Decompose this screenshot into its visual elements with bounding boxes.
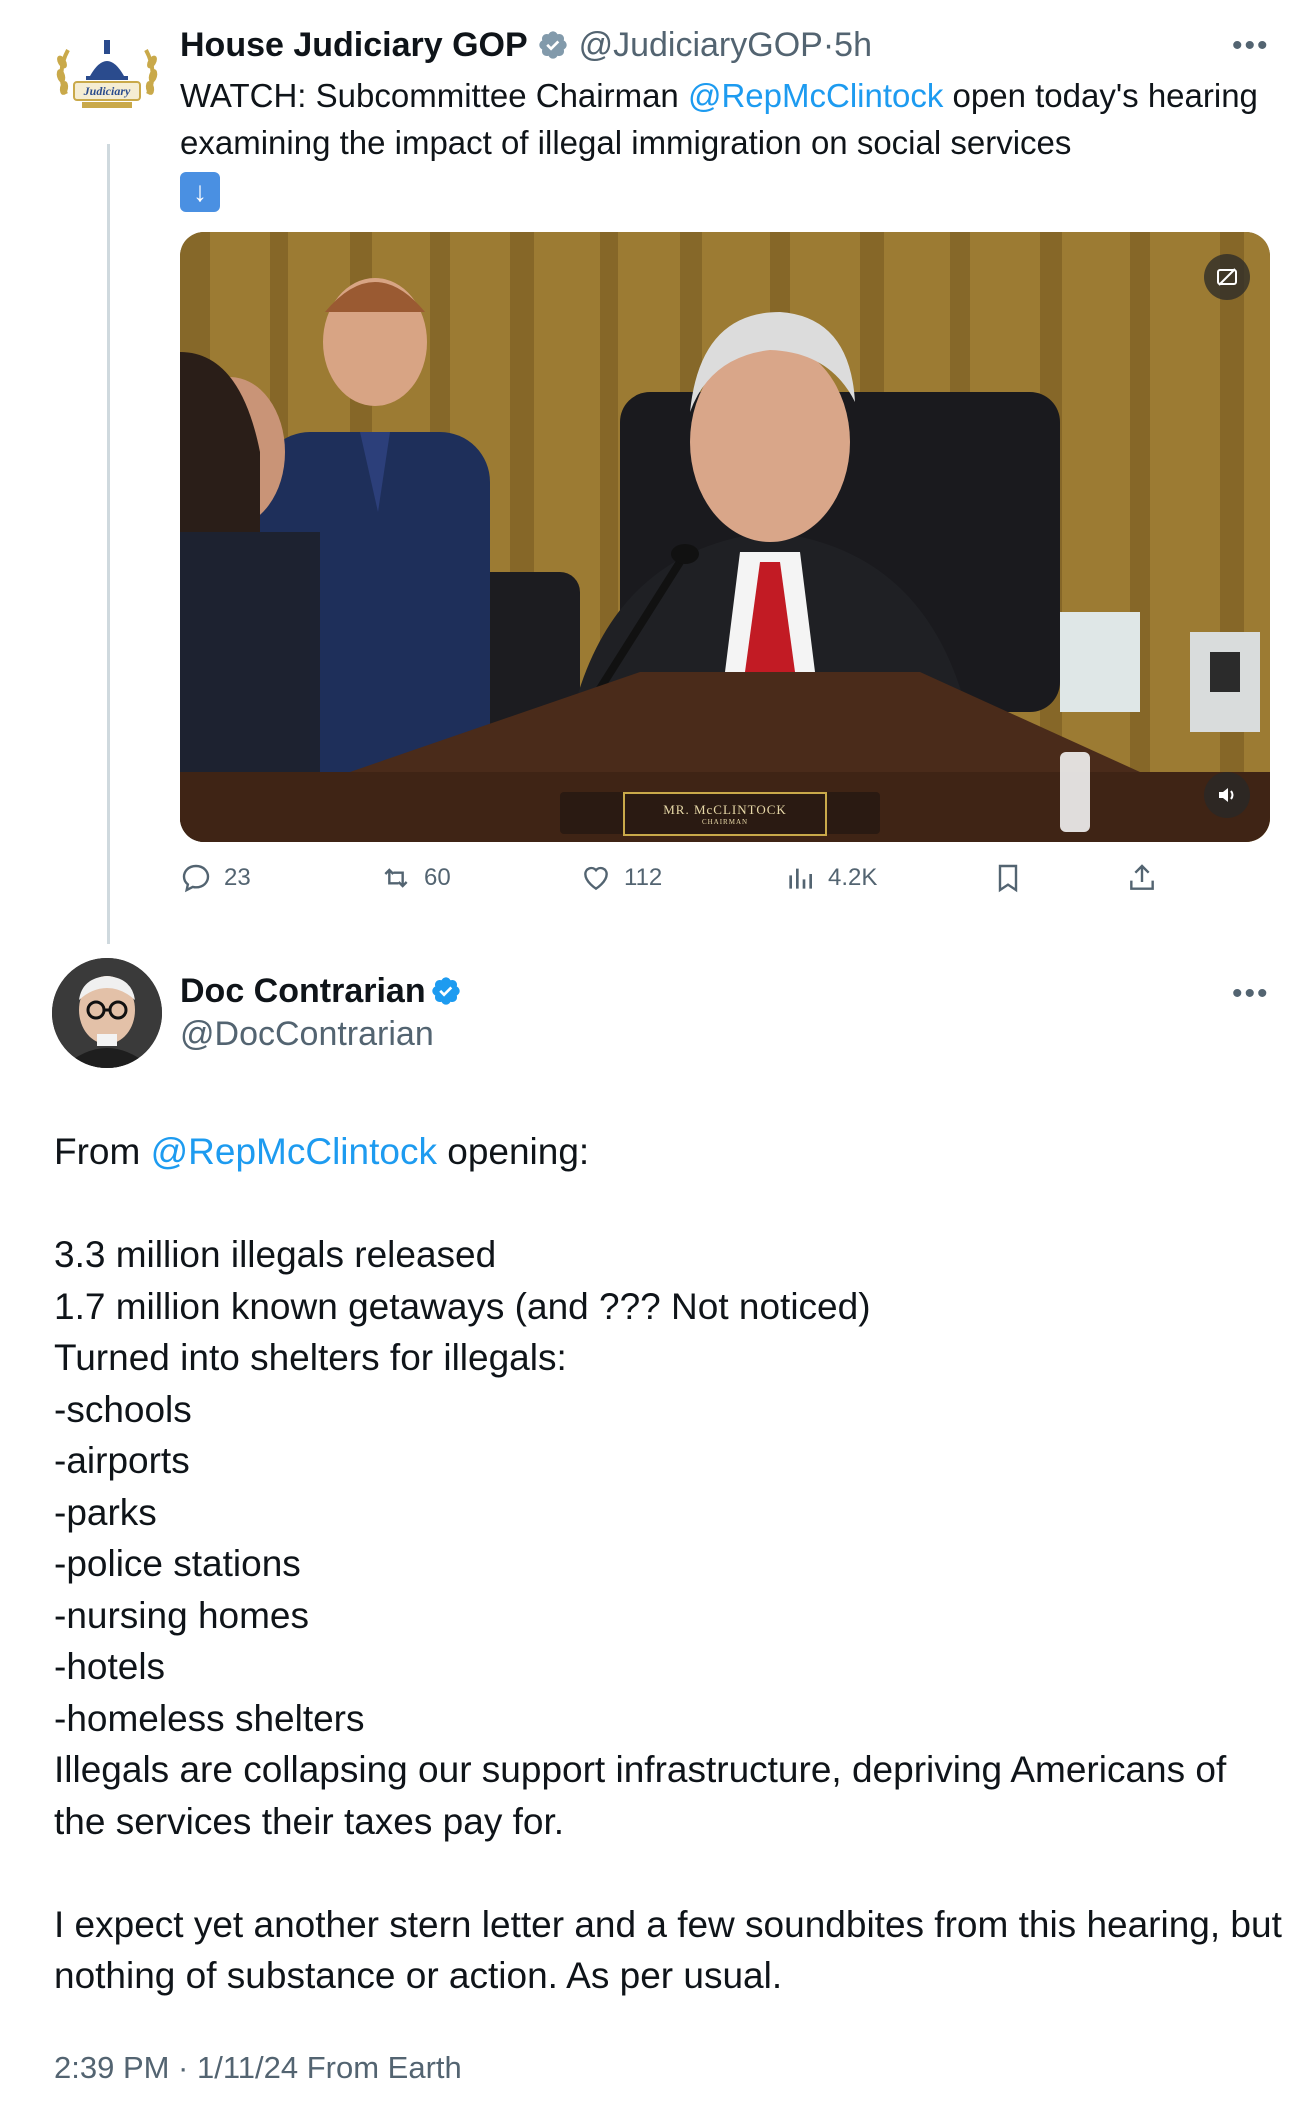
bookmark-icon — [998, 864, 1018, 893]
video-frame — [180, 232, 1270, 842]
more-options-icon[interactable]: ••• — [1232, 979, 1270, 1009]
display-name[interactable]: House Judiciary GOP — [180, 26, 528, 64]
tweet2-header: Doc Contrarian — [180, 972, 462, 1011]
like-button[interactable]: 112 — [580, 862, 662, 894]
share-button[interactable] — [1126, 862, 1158, 894]
thread-connector-line — [107, 144, 110, 944]
handle[interactable]: @JudiciaryGOP — [579, 26, 823, 64]
content-warning-icon[interactable] — [1204, 254, 1250, 300]
body-line: -homeless shelters — [54, 1697, 365, 1739]
tweet1-actions: 23 60 112 4.2K — [180, 862, 1180, 902]
body-line: -nursing homes — [54, 1594, 310, 1636]
body-line: -schools — [54, 1388, 192, 1430]
down-arrow-emoji: ↓ — [180, 172, 220, 212]
more-options-icon[interactable]: ••• — [1232, 31, 1270, 61]
nameplate-title: CHAIRMAN — [701, 818, 749, 826]
nameplate: MR. McCLINTOCK CHAIRMAN — [180, 792, 1270, 836]
logo-lettering: Judiciary — [83, 84, 131, 98]
reply-button[interactable]: 23 — [180, 862, 251, 894]
nameplate-name: MR. McCLINTOCK — [663, 802, 787, 817]
verified-blue-badge-icon — [432, 977, 460, 1005]
body-line — [54, 1847, 1284, 1899]
tweet2-footer-timestamp[interactable]: 2:39 PM · 1/11/24 From Earth — [54, 2050, 462, 2086]
share-icon — [1130, 864, 1154, 890]
heart-icon — [584, 866, 608, 891]
tweet1-header: House Judiciary GOP @JudiciaryGOP·5h — [180, 26, 872, 65]
body-first-line-suffix: opening: — [436, 1131, 590, 1172]
tweet-text-prefix: WATCH: Subcommittee Chairman — [180, 77, 688, 114]
handle[interactable]: @DocContrarian — [180, 1015, 434, 1054]
body-line: Turned into shelters for illegals: — [54, 1337, 567, 1378]
judiciary-logo-icon: Judiciary — [56, 40, 158, 108]
analytics-icon — [789, 868, 812, 889]
body-line: 3.3 million illegals released — [54, 1234, 497, 1275]
timestamp[interactable]: 5h — [834, 26, 872, 64]
tweet2-body: From @RepMcClintock opening: 3.3 million… — [54, 1126, 1284, 2002]
body-line: -hotels — [54, 1646, 166, 1687]
display-name[interactable]: Doc Contrarian — [180, 972, 426, 1010]
body-line — [54, 1178, 1284, 1230]
judiciary-gop-avatar[interactable]: Judiciary — [52, 32, 162, 120]
body-line: -police stations — [54, 1543, 301, 1584]
like-count: 112 — [624, 864, 663, 891]
mention-link[interactable]: @RepMcClintock — [151, 1131, 437, 1172]
body-line: I expect yet another stern letter and a … — [54, 1903, 1293, 1997]
doc-contrarian-avatar[interactable] — [52, 958, 162, 1068]
verified-gray-badge-icon — [539, 31, 567, 59]
bookmark-button[interactable] — [992, 862, 1024, 894]
reply-count: 23 — [224, 864, 251, 891]
view-count: 4.2K — [828, 864, 878, 891]
body-line: -airports — [54, 1440, 190, 1481]
repost-icon — [384, 868, 408, 888]
body-lines: 3.3 million illegals released 1.7 million… — [54, 1178, 1284, 2002]
separator-dot: · — [822, 26, 835, 64]
mute-icon[interactable] — [1204, 772, 1250, 818]
views-button[interactable]: 4.2K — [784, 862, 877, 894]
avatar-portrait — [52, 958, 162, 1068]
video-player[interactable]: MR. McCLINTOCK CHAIRMAN — [180, 232, 1270, 842]
repost-count: 60 — [424, 864, 451, 891]
body-prefix: From — [54, 1131, 151, 1172]
body-line: -parks — [54, 1491, 157, 1533]
tweet1-text: WATCH: Subcommittee Chairman @RepMcClint… — [180, 72, 1270, 213]
reply-icon — [182, 864, 210, 893]
body-line: Illegals are collapsing our support infr… — [54, 1749, 1237, 1842]
mention-link[interactable]: @RepMcClintock — [688, 77, 943, 114]
body-line: 1.7 million known getaways (and ??? Not … — [54, 1285, 871, 1327]
repost-button[interactable]: 60 — [380, 862, 451, 894]
